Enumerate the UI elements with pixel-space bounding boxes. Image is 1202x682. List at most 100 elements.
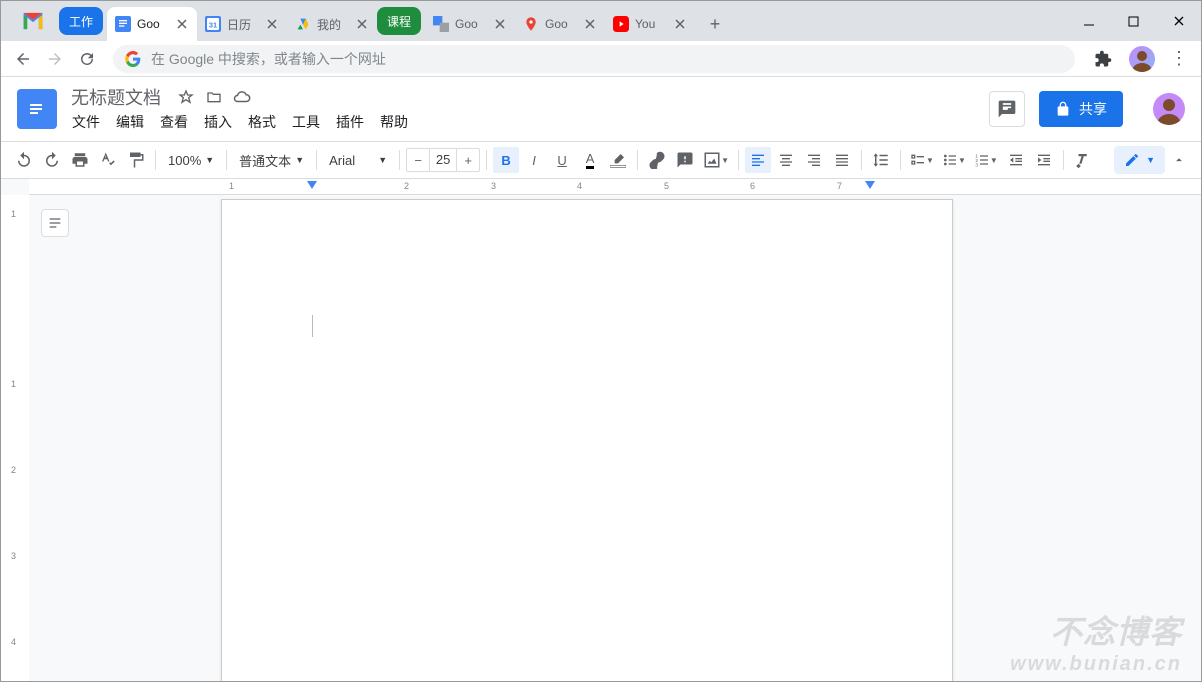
increase-font-button[interactable]: + — [457, 153, 479, 168]
gmail-icon — [19, 7, 47, 35]
chrome-menu-button[interactable]: ⋮ — [1165, 48, 1193, 69]
docs-favicon-icon — [115, 16, 131, 32]
tab-maps[interactable]: Goo — [515, 7, 605, 41]
bold-button[interactable]: B — [493, 147, 519, 173]
horizontal-ruler[interactable]: 1 2 3 4 5 6 7 — [29, 179, 1201, 195]
align-justify-button[interactable] — [829, 147, 855, 173]
insert-image-button[interactable]: ▼ — [700, 147, 732, 173]
collapse-toolbar-button[interactable] — [1167, 148, 1191, 172]
tab-group-course[interactable]: 课程 — [377, 7, 421, 35]
address-bar: 在 Google 中搜索，或者输入一个网址 ⋮ — [1, 41, 1201, 77]
menu-tools[interactable]: 工具 — [285, 110, 327, 134]
right-indent-marker[interactable] — [865, 181, 875, 189]
translate-favicon-icon — [433, 16, 449, 32]
align-right-button[interactable] — [801, 147, 827, 173]
tab-calendar[interactable]: 31 日历 — [197, 7, 287, 41]
menu-help[interactable]: 帮助 — [373, 110, 415, 134]
share-label: 共享 — [1079, 99, 1107, 119]
align-left-button[interactable] — [745, 147, 771, 173]
font-size-stepper[interactable]: − 25 + — [406, 148, 480, 172]
menu-file[interactable]: 文件 — [65, 110, 107, 134]
highlight-button[interactable] — [605, 147, 631, 173]
close-icon[interactable] — [355, 17, 369, 31]
cloud-status-icon[interactable] — [233, 88, 251, 106]
left-indent-marker[interactable] — [307, 181, 317, 189]
extensions-button[interactable] — [1091, 47, 1115, 71]
toolbar: 100%▼ 普通文本▼ Arial▼ − 25 + B I U A ▼ ▼ ▼ … — [1, 141, 1201, 179]
spellcheck-button[interactable] — [95, 147, 121, 173]
print-button[interactable] — [67, 147, 93, 173]
insert-comment-button[interactable] — [672, 147, 698, 173]
share-button[interactable]: 共享 — [1039, 91, 1123, 127]
window-controls — [1066, 1, 1201, 41]
ruler-tick: 7 — [837, 181, 842, 191]
close-icon[interactable] — [175, 17, 189, 31]
tab-youtube[interactable]: You — [605, 7, 695, 41]
drive-favicon-icon — [295, 16, 311, 32]
menu-bar: 文件 编辑 查看 插入 格式 工具 插件 帮助 — [65, 110, 981, 134]
redo-button[interactable] — [39, 147, 65, 173]
docs-logo-icon[interactable] — [17, 89, 57, 129]
font-select[interactable]: Arial▼ — [323, 153, 393, 168]
tab-title: You — [635, 17, 667, 31]
tab-google-docs[interactable]: Goo — [107, 7, 197, 41]
tab-title: Goo — [137, 17, 169, 31]
vruler-tick: 3 — [11, 551, 16, 561]
tab-title: 日历 — [227, 16, 259, 33]
paint-format-button[interactable] — [123, 147, 149, 173]
tab-title: 我的 — [317, 16, 349, 33]
document-canvas: 1 2 3 4 5 6 7 1 1 2 3 4 — [1, 179, 1201, 681]
maximize-button[interactable] — [1111, 1, 1156, 41]
decrease-font-button[interactable]: − — [407, 153, 429, 168]
zoom-select[interactable]: 100%▼ — [162, 153, 220, 168]
menu-format[interactable]: 格式 — [241, 110, 283, 134]
new-tab-button[interactable]: + — [701, 10, 729, 38]
increase-indent-button[interactable] — [1031, 147, 1057, 173]
paragraph-style-select[interactable]: 普通文本▼ — [233, 151, 310, 170]
clear-formatting-button[interactable] — [1070, 147, 1096, 173]
close-icon[interactable] — [583, 17, 597, 31]
line-spacing-button[interactable] — [868, 147, 894, 173]
close-window-button[interactable] — [1156, 1, 1201, 41]
document-title[interactable]: 无标题文档 — [65, 84, 167, 110]
menu-view[interactable]: 查看 — [153, 110, 195, 134]
text-color-button[interactable]: A — [577, 147, 603, 173]
forward-button[interactable] — [41, 45, 69, 73]
account-avatar[interactable] — [1153, 93, 1185, 125]
reload-button[interactable] — [73, 45, 101, 73]
align-center-button[interactable] — [773, 147, 799, 173]
checklist-button[interactable]: ▼ — [907, 147, 937, 173]
outline-toggle-button[interactable] — [41, 209, 69, 237]
minimize-button[interactable] — [1066, 1, 1111, 41]
profile-avatar[interactable] — [1129, 46, 1155, 72]
tab-group-work[interactable]: 工作 — [59, 7, 103, 35]
back-button[interactable] — [9, 45, 37, 73]
comments-button[interactable] — [989, 91, 1025, 127]
calendar-favicon-icon: 31 — [205, 16, 221, 32]
bulleted-list-button[interactable]: ▼ — [939, 147, 969, 173]
tab-translate[interactable]: Goo — [425, 7, 515, 41]
maps-favicon-icon — [523, 16, 539, 32]
vertical-ruler[interactable]: 1 1 2 3 4 — [1, 195, 29, 681]
menu-insert[interactable]: 插入 — [197, 110, 239, 134]
numbered-list-button[interactable]: 123▼ — [971, 147, 1001, 173]
close-icon[interactable] — [493, 17, 507, 31]
menu-addons[interactable]: 插件 — [329, 110, 371, 134]
italic-button[interactable]: I — [521, 147, 547, 173]
undo-button[interactable] — [11, 147, 37, 173]
docs-header: 无标题文档 文件 编辑 查看 插入 格式 工具 插件 帮助 — [1, 77, 1201, 141]
document-page[interactable] — [221, 199, 953, 681]
font-size-value[interactable]: 25 — [429, 149, 457, 171]
insert-link-button[interactable] — [644, 147, 670, 173]
menu-edit[interactable]: 编辑 — [109, 110, 151, 134]
ruler-tick: 6 — [750, 181, 755, 191]
decrease-indent-button[interactable] — [1003, 147, 1029, 173]
star-icon[interactable] — [177, 88, 195, 106]
close-icon[interactable] — [673, 17, 687, 31]
editing-mode-button[interactable]: ▼ — [1114, 146, 1165, 174]
underline-button[interactable]: U — [549, 147, 575, 173]
close-icon[interactable] — [265, 17, 279, 31]
move-icon[interactable] — [205, 88, 223, 106]
tab-drive[interactable]: 我的 — [287, 7, 377, 41]
omnibox[interactable]: 在 Google 中搜索，或者输入一个网址 — [113, 45, 1075, 73]
